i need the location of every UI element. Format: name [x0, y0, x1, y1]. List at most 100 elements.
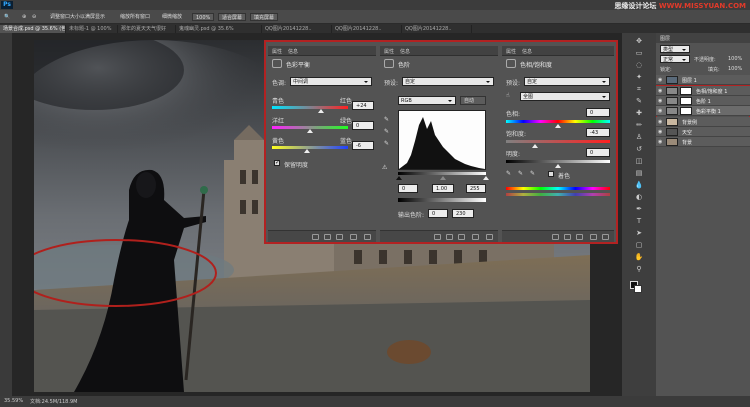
resize-windows-option[interactable]: 调整窗口大小以满屏显示: [50, 13, 105, 21]
tone-dropdown[interactable]: 中间调: [290, 77, 372, 86]
doc-tab[interactable]: 场景合成.psd @ 35.6% (色彩平衡 1, RGB/8): [0, 25, 66, 33]
layer-row[interactable]: ◉ 背景例: [656, 117, 750, 127]
crop-tool-icon[interactable]: ⌗: [634, 85, 644, 94]
layer-row[interactable]: ◉ 色阶 1: [656, 96, 750, 106]
saturation-thumb[interactable]: [532, 144, 538, 148]
white-eyedropper-icon[interactable]: ✎: [384, 140, 389, 147]
background-color-swatch[interactable]: [634, 285, 642, 293]
preset-dropdown[interactable]: 自定: [524, 77, 610, 86]
layer-row[interactable]: ◉ 天空: [656, 127, 750, 137]
scrubby-zoom-option[interactable]: 细微缩放: [162, 13, 182, 21]
preserve-luminosity-checkbox[interactable]: [274, 159, 280, 166]
tab-properties[interactable]: 属性: [506, 48, 516, 55]
channel-dropdown[interactable]: RGB: [398, 96, 456, 105]
doc-tab[interactable]: 那年的夏天天气很好: [118, 25, 176, 33]
eyedropper-tool-icon[interactable]: ✎: [634, 97, 644, 106]
eye-icon[interactable]: ◉: [658, 139, 662, 145]
zoom-100-button[interactable]: 100%: [192, 13, 215, 21]
eraser-tool-icon[interactable]: ◫: [634, 157, 644, 166]
saturation-value[interactable]: -43: [586, 128, 610, 137]
yellow-blue-value[interactable]: -6: [352, 141, 374, 150]
fill-value[interactable]: 100%: [728, 66, 742, 72]
eye-icon[interactable]: ◉: [658, 129, 662, 135]
zoom-tool-icon[interactable]: ⚲: [634, 265, 644, 274]
auto-button[interactable]: 自动: [460, 96, 486, 105]
input-black-value[interactable]: 0: [398, 184, 418, 193]
yellow-blue-slider[interactable]: [272, 146, 348, 149]
layer-row[interactable]: ◉ 图层 1: [656, 75, 750, 85]
cyan-red-thumb[interactable]: [318, 109, 324, 113]
opacity-value[interactable]: 100%: [728, 56, 742, 62]
view-previous-icon[interactable]: [324, 234, 331, 240]
hand-tool-icon[interactable]: ✋: [634, 253, 644, 262]
type-tool-icon[interactable]: T: [634, 217, 644, 226]
tab-info[interactable]: 信息: [288, 48, 298, 55]
output-black-value[interactable]: 0: [428, 209, 448, 218]
magenta-green-value[interactable]: 0: [352, 121, 374, 130]
eyedropper-icon[interactable]: ✎: [506, 170, 511, 177]
eye-icon[interactable]: ◉: [658, 77, 662, 83]
input-black-thumb[interactable]: [396, 176, 402, 180]
input-white-thumb[interactable]: [483, 176, 489, 180]
left-tool-strip[interactable]: [0, 33, 12, 396]
lightness-slider[interactable]: [506, 160, 610, 163]
fit-screen-button[interactable]: 适合屏幕: [218, 13, 247, 21]
reset-icon[interactable]: [336, 234, 343, 240]
doc-tab[interactable]: QQ图片20141228..: [402, 25, 472, 33]
yellow-blue-thumb[interactable]: [304, 149, 310, 153]
clip-icon[interactable]: [312, 234, 319, 240]
hue-thumb[interactable]: [555, 124, 561, 128]
path-select-icon[interactable]: ➤: [634, 229, 644, 238]
input-gamma-value[interactable]: 1.00: [432, 184, 454, 193]
move-tool-icon[interactable]: ✥: [634, 37, 644, 46]
input-gamma-thumb[interactable]: [440, 176, 446, 180]
layer-row[interactable]: ◉ 背景: [656, 137, 750, 147]
lasso-tool-icon[interactable]: ◌: [634, 61, 644, 70]
doc-tab[interactable]: QQ图片20141228..: [262, 25, 332, 33]
reset-icon[interactable]: [576, 234, 583, 240]
clip-icon[interactable]: [434, 234, 441, 240]
trash-icon[interactable]: [602, 234, 609, 240]
eye-icon[interactable]: ◉: [658, 119, 662, 125]
reset-icon[interactable]: [458, 234, 465, 240]
clipping-warning-icon[interactable]: ⚠: [382, 164, 387, 171]
layer-row[interactable]: ◉ 色彩平衡 1: [656, 106, 750, 116]
cyan-red-slider[interactable]: [272, 106, 348, 109]
dodge-tool-icon[interactable]: ◐: [634, 193, 644, 202]
zoom-all-option[interactable]: 缩放所有窗口: [120, 13, 150, 21]
eye-icon[interactable]: ◉: [658, 88, 662, 94]
healing-tool-icon[interactable]: ✚: [634, 109, 644, 118]
zoom-out-icon[interactable]: ⊖: [32, 13, 36, 21]
view-previous-icon[interactable]: [564, 234, 571, 240]
trash-icon[interactable]: [486, 234, 493, 240]
output-white-value[interactable]: 230: [452, 209, 474, 218]
blend-mode-dropdown[interactable]: 正常: [660, 55, 690, 63]
gray-eyedropper-icon[interactable]: ✎: [384, 128, 389, 135]
layer-row[interactable]: ◉ 色相/饱和度 1: [656, 86, 750, 96]
layers-tab[interactable]: 图层: [660, 35, 670, 42]
marquee-tool-icon[interactable]: ▭: [634, 49, 644, 58]
visibility-icon[interactable]: [350, 234, 357, 240]
zoom-readout[interactable]: 35.59%: [4, 398, 23, 404]
doc-tab[interactable]: QQ图片20141228..: [332, 25, 402, 33]
input-white-value[interactable]: 255: [466, 184, 486, 193]
cyan-red-value[interactable]: +24: [352, 101, 374, 110]
lightness-value[interactable]: 0: [586, 148, 610, 157]
hue-value[interactable]: 0: [586, 108, 610, 117]
channel-dropdown[interactable]: 全图: [520, 92, 610, 101]
lightness-thumb[interactable]: [555, 164, 561, 168]
layer-kind-filter[interactable]: 类型: [660, 45, 690, 53]
hue-slider[interactable]: [506, 120, 610, 123]
preset-dropdown[interactable]: 自定: [402, 77, 494, 86]
output-levels-slider[interactable]: [398, 198, 486, 202]
clip-icon[interactable]: [552, 234, 559, 240]
magenta-green-thumb[interactable]: [307, 129, 313, 133]
tab-info[interactable]: 信息: [522, 48, 532, 55]
zoom-tool-icon[interactable]: 🔍: [4, 13, 10, 21]
eyedropper-minus-icon[interactable]: ✎: [530, 170, 535, 177]
quick-select-tool-icon[interactable]: ✦: [634, 73, 644, 82]
target-adjust-icon[interactable]: ☝: [506, 92, 510, 99]
view-previous-icon[interactable]: [446, 234, 453, 240]
eye-icon[interactable]: ◉: [658, 108, 662, 114]
pen-tool-icon[interactable]: ✒: [634, 205, 644, 214]
